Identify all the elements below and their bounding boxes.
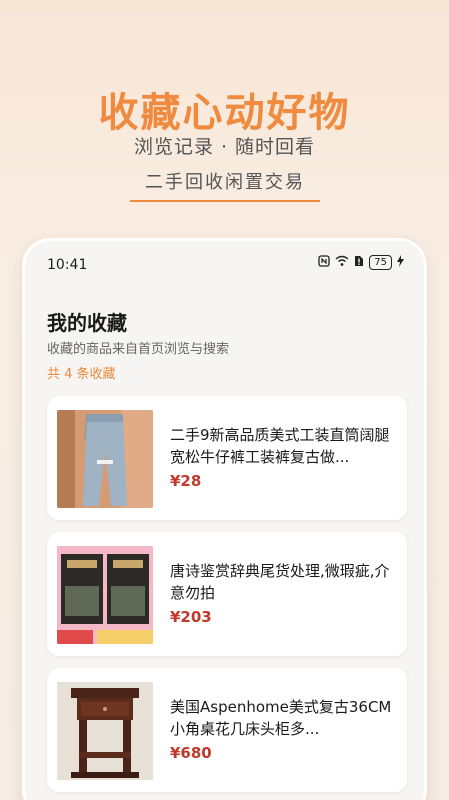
- status-time: 10:41: [47, 257, 88, 273]
- side-table-photo: [57, 682, 153, 780]
- item-price: ¥28: [170, 472, 202, 490]
- page-description: 收藏的商品来自首页浏览与搜索: [47, 342, 230, 357]
- item-title: 唐诗鉴赏辞典尾货处理,微瑕疵,介意勿拍: [170, 562, 390, 602]
- wifi-icon: [335, 255, 349, 270]
- list-item[interactable]: 美国Aspenhome美式复古36CM小角桌花几床头柜多... ¥680: [47, 668, 407, 792]
- battery-icon: 75: [369, 255, 392, 270]
- phone-frame: 10:41 75 我的收藏 收藏的商品来自首页浏览与搜索 共 4 条收藏 二手9…: [22, 238, 427, 800]
- hero-title: 收藏心动好物: [98, 90, 351, 136]
- list-item[interactable]: 唐诗鉴赏辞典尾货处理,微瑕疵,介意勿拍 ¥203: [47, 532, 407, 656]
- hero-banner: 收藏心动好物 浏览记录 · 随时回看 二手回收闲置交易: [0, 0, 449, 235]
- item-price: ¥203: [170, 608, 212, 626]
- hero-tag: 二手回收闲置交易: [130, 168, 320, 202]
- status-icons: 75: [318, 255, 404, 270]
- page-title: 我的收藏: [47, 311, 127, 335]
- hero-subtitle: 浏览记录 · 随时回看: [133, 136, 316, 158]
- nfc-icon: [318, 255, 330, 270]
- item-title: 二手9新高品质美式工装直筒阔腿宽松牛仔裤工装裤复古做...: [170, 426, 390, 466]
- sim-alert-icon: [354, 255, 364, 270]
- favorites-count: 共 4 条收藏: [47, 367, 116, 382]
- item-title: 美国Aspenhome美式复古36CM小角桌花几床头柜多...: [170, 698, 392, 738]
- jeans-photo: [57, 410, 153, 508]
- item-price: ¥680: [170, 744, 212, 762]
- list-item[interactable]: 二手9新高品质美式工装直筒阔腿宽松牛仔裤工装裤复古做... ¥28: [47, 396, 407, 520]
- charging-icon: [397, 255, 404, 270]
- status-bar: 10:41 75: [25, 241, 424, 285]
- favorites-list: 二手9新高品质美式工装直筒阔腿宽松牛仔裤工装裤复古做... ¥28 唐诗鉴赏辞典…: [47, 396, 407, 800]
- books-photo: [57, 546, 153, 644]
